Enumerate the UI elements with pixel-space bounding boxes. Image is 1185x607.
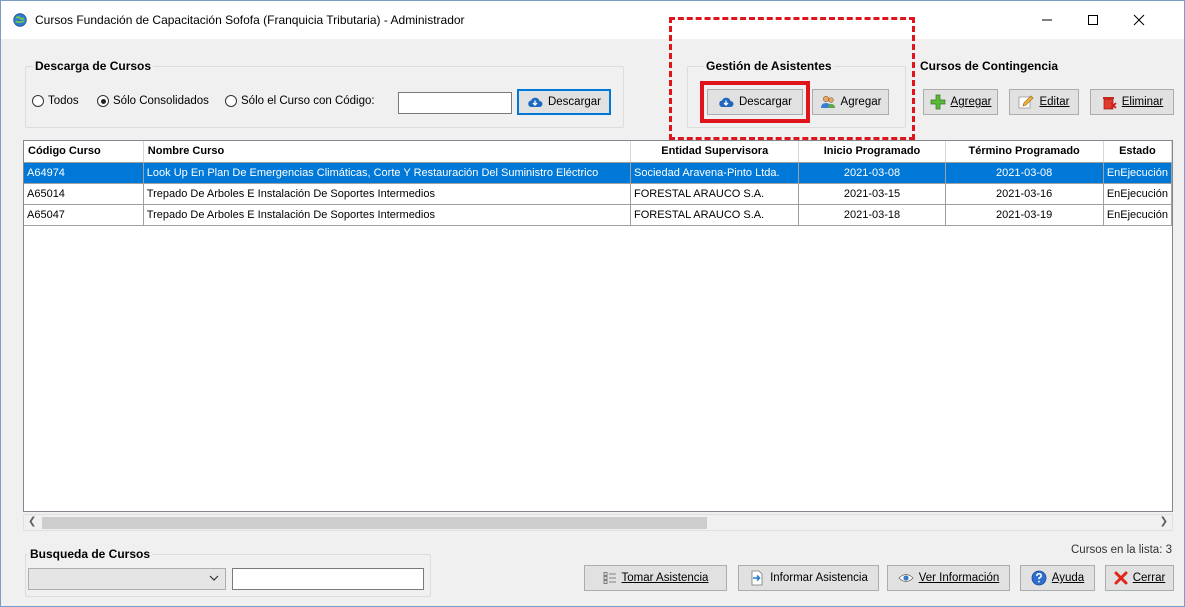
close-button[interactable]	[1116, 1, 1162, 39]
ver-informacion-label: Ver Información	[918, 572, 1000, 584]
cell-inicio: 2021-03-18	[798, 204, 946, 226]
minimize-button[interactable]	[1024, 1, 1070, 39]
window-title: Cursos Fundación de Capacitación Sofofa …	[35, 13, 465, 27]
descarga-download-label: Descargar	[547, 96, 602, 108]
informar-asistencia-label: Informar Asistencia	[770, 572, 868, 584]
cell-nombre: Look Up En Plan De Emergencias Climática…	[143, 162, 632, 184]
asistentes-download-label: Descargar	[738, 96, 793, 108]
courses-table: Código Curso Nombre Curso Entidad Superv…	[24, 141, 1172, 226]
plus-icon	[930, 94, 945, 110]
contingencia-edit-button[interactable]: Editar	[1009, 89, 1079, 115]
users-icon	[820, 95, 835, 108]
col-header-termino[interactable]: Término Programado	[945, 141, 1104, 163]
cell-nombre: Trepado De Arboles E Instalación De Sopo…	[143, 204, 632, 226]
radio-dot	[225, 95, 237, 107]
asistentes-legend: Gestión de Asistentes	[706, 59, 832, 73]
informar-asistencia-button[interactable]: Informar Asistencia	[738, 565, 879, 591]
cell-estado: EnEjecución	[1103, 162, 1172, 184]
tomar-asistencia-label: Tomar Asistencia	[621, 572, 709, 584]
contingencia-delete-label: Eliminar	[1121, 96, 1164, 108]
col-header-codigo[interactable]: Código Curso	[24, 141, 144, 163]
cell-codigo: A65014	[24, 183, 144, 205]
table-row[interactable]: A64974 Look Up En Plan De Emergencias Cl…	[24, 162, 1172, 184]
contingencia-edit-label: Editar	[1039, 96, 1070, 108]
table-row[interactable]: A65014 Trepado De Arboles E Instalación …	[24, 183, 1172, 205]
maximize-icon	[1088, 15, 1098, 25]
contingencia-add-label: Agregar	[950, 96, 992, 108]
course-code-input[interactable]	[398, 92, 512, 114]
course-count-status: Cursos en la lista: 3	[1071, 544, 1172, 556]
close-x-icon	[1114, 571, 1128, 585]
ayuda-label: Ayuda	[1051, 572, 1085, 584]
asistentes-add-label: Agregar	[840, 96, 882, 108]
tomar-asistencia-button[interactable]: Tomar Asistencia	[584, 565, 727, 591]
cloud-download-icon	[528, 97, 543, 107]
cell-estado: EnEjecución	[1103, 204, 1172, 226]
radio-label: Todos	[48, 95, 79, 107]
checklist-icon	[603, 572, 616, 584]
col-header-inicio[interactable]: Inicio Programado	[798, 141, 946, 163]
contingencia-delete-button[interactable]: Eliminar	[1090, 89, 1174, 115]
chevron-down-icon	[209, 575, 219, 581]
maximize-button[interactable]	[1070, 1, 1116, 39]
radio-label: Sólo Consolidados	[113, 95, 209, 107]
pencil-edit-icon	[1019, 95, 1034, 109]
radio-todos[interactable]: Todos	[32, 95, 79, 107]
title-bar: Cursos Fundación de Capacitación Sofofa …	[1, 1, 1184, 39]
cell-termino: 2021-03-19	[945, 204, 1104, 226]
horizontal-scrollbar[interactable]: ❮ ❯	[23, 514, 1173, 531]
grid-header-row: Código Curso Nombre Curso Entidad Superv…	[24, 141, 1172, 163]
radio-label: Sólo el Curso con Código:	[241, 95, 375, 107]
descarga-download-button[interactable]: Descargar	[517, 89, 611, 115]
ayuda-button[interactable]: Ayuda	[1020, 565, 1095, 591]
cell-termino: 2021-03-08	[945, 162, 1104, 184]
cell-termino: 2021-03-16	[945, 183, 1104, 205]
cloud-download-icon	[719, 97, 734, 107]
ver-informacion-button[interactable]: Ver Información	[887, 565, 1010, 591]
help-icon	[1031, 570, 1047, 586]
contingencia-legend: Cursos de Contingencia	[920, 59, 1059, 73]
cell-inicio: 2021-03-15	[798, 183, 946, 205]
cell-codigo: A65047	[24, 204, 144, 226]
descarga-legend: Descarga de Cursos	[35, 59, 152, 73]
radio-dot-selected	[97, 95, 109, 107]
col-header-entidad[interactable]: Entidad Supervisora	[630, 141, 800, 163]
col-header-estado[interactable]: Estado	[1103, 141, 1172, 163]
main-window: Cursos Fundación de Capacitación Sofofa …	[0, 0, 1185, 607]
cell-inicio: 2021-03-08	[798, 162, 946, 184]
table-row[interactable]: A65047 Trepado De Arboles E Instalación …	[24, 204, 1172, 226]
cell-nombre: Trepado De Arboles E Instalación De Sopo…	[143, 183, 632, 205]
cell-entidad: FORESTAL ARAUCO S.A.	[630, 204, 800, 226]
search-field-combo[interactable]	[28, 568, 226, 590]
asistentes-add-button[interactable]: Agregar	[812, 89, 889, 115]
cell-estado: EnEjecución	[1103, 183, 1172, 205]
radio-solo-consolidados[interactable]: Sólo Consolidados	[97, 95, 209, 107]
radio-dot	[32, 95, 44, 107]
cell-codigo: A64974	[24, 162, 144, 184]
trash-delete-icon	[1102, 97, 1117, 110]
cell-entidad: Sociedad Aravena-Pinto Ltda.	[630, 162, 800, 184]
col-header-nombre[interactable]: Nombre Curso	[143, 141, 632, 163]
cell-entidad: FORESTAL ARAUCO S.A.	[630, 183, 800, 205]
scroll-right-arrow-icon[interactable]: ❯	[1160, 516, 1168, 527]
cerrar-button[interactable]: Cerrar	[1105, 565, 1174, 591]
minimize-icon	[1042, 19, 1052, 21]
contingencia-add-button[interactable]: Agregar	[923, 89, 998, 115]
asistentes-download-button[interactable]: Descargar	[707, 89, 803, 115]
globe-app-icon	[13, 13, 27, 27]
document-arrow-icon	[751, 570, 763, 586]
radio-solo-codigo[interactable]: Sólo el Curso con Código:	[225, 95, 375, 107]
search-text-input[interactable]	[232, 568, 424, 590]
busqueda-legend: Busqueda de Cursos	[30, 547, 151, 561]
courses-grid[interactable]: Código Curso Nombre Curso Entidad Superv…	[23, 140, 1173, 512]
scrollbar-thumb[interactable]	[42, 517, 707, 529]
scroll-left-arrow-icon[interactable]: ❮	[28, 516, 36, 527]
cerrar-label: Cerrar	[1132, 572, 1166, 584]
close-icon	[1133, 14, 1145, 26]
eye-icon	[898, 574, 914, 582]
